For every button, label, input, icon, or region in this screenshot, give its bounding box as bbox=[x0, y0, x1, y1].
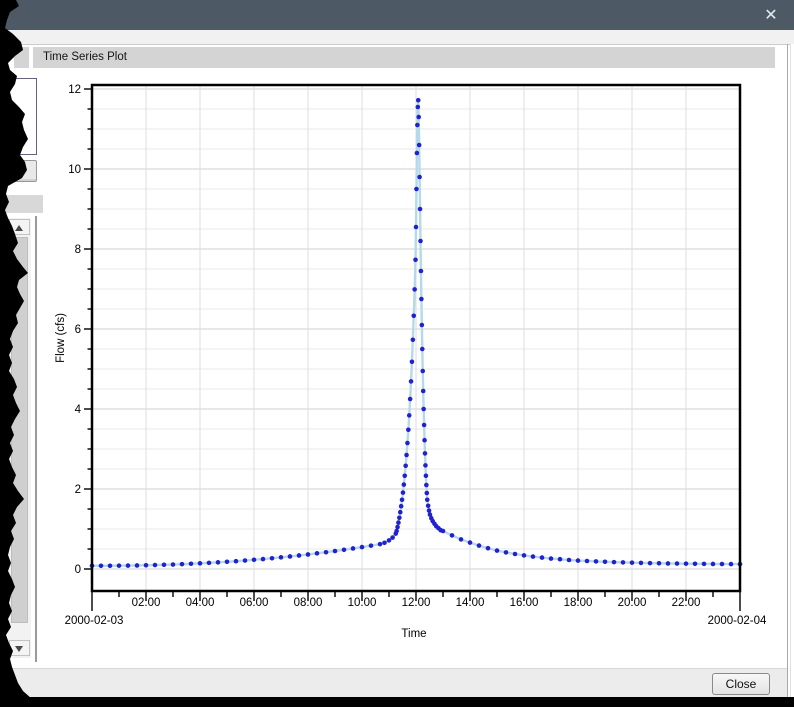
y-tick-label: 6 bbox=[75, 324, 81, 336]
plot-frame bbox=[90, 83, 742, 593]
dialog-right-border bbox=[787, 44, 788, 698]
torn-toolbar-fragment bbox=[14, 47, 29, 68]
window-titlebar: ✕ bbox=[0, 0, 794, 30]
x-tick-label: 22:00 bbox=[672, 597, 701, 609]
x-tick-label: 20:00 bbox=[618, 597, 647, 609]
x-date-start-label: 2000-02-03 bbox=[65, 615, 124, 627]
series-points bbox=[89, 97, 743, 569]
dialog-footer bbox=[0, 668, 787, 697]
dialog-top-border bbox=[0, 44, 791, 45]
torn-button-fragment[interactable] bbox=[5, 160, 37, 182]
gridlines bbox=[92, 85, 740, 591]
arrow-up-icon bbox=[15, 225, 23, 231]
y-tick-label: 2 bbox=[75, 484, 81, 496]
close-button[interactable]: Close bbox=[712, 673, 770, 695]
y-tick-label: 10 bbox=[68, 164, 81, 176]
torn-left-edge bbox=[0, 0, 32, 707]
time-series-chart[interactable]: 0 2 4 6 8 10 12 02:00 04:00 06:00 08:00 10:00 12:00 1… bbox=[0, 0, 794, 707]
x-date-end-label: 2000-02-04 bbox=[708, 615, 767, 627]
x-axis-title: Time bbox=[401, 628, 426, 640]
y-axis-title: Flow (cfs) bbox=[55, 313, 67, 363]
y-tick-label: 4 bbox=[75, 404, 82, 416]
arrow-down-icon bbox=[15, 646, 23, 652]
y-tick-label: 8 bbox=[75, 244, 81, 256]
x-tick-label: 14:00 bbox=[456, 597, 485, 609]
x-tick-label: 12:00 bbox=[402, 597, 431, 609]
x-tick-label: 04:00 bbox=[186, 597, 215, 609]
x-tick-label: 02:00 bbox=[132, 597, 161, 609]
window-edge-strip bbox=[0, 30, 794, 44]
series-line bbox=[92, 98, 741, 567]
scrollbar-up-button[interactable] bbox=[9, 219, 30, 235]
x-tick-label: 18:00 bbox=[564, 597, 593, 609]
y-axis-ticks: 0 2 4 6 8 10 12 bbox=[68, 84, 92, 576]
dialog-right-border-highlight bbox=[790, 44, 791, 698]
axis-labels: 2000-02-03 2000-02-04 Time Flow (cfs) bbox=[55, 313, 767, 640]
x-tick-label: 08:00 bbox=[294, 597, 323, 609]
torn-listbox-fragment[interactable] bbox=[7, 78, 37, 155]
side-panel-border bbox=[35, 216, 37, 662]
y-tick-label: 0 bbox=[75, 564, 81, 576]
scrollbar-down-button[interactable] bbox=[9, 640, 30, 656]
scrollbar-thumb[interactable] bbox=[11, 237, 28, 623]
window-close-icon[interactable]: ✕ bbox=[760, 5, 782, 25]
torn-bottom-edge bbox=[0, 697, 794, 707]
y-tick-label: 12 bbox=[68, 84, 81, 96]
torn-graybar-fragment bbox=[0, 195, 43, 213]
x-tick-label: 10:00 bbox=[348, 597, 377, 609]
plot-panel-header: Time Series Plot bbox=[33, 47, 775, 68]
x-axis-ticks: 02:00 04:00 06:00 08:00 10:00 12:00 14:00 16:00… bbox=[91, 591, 741, 611]
x-tick-label: 16:00 bbox=[510, 597, 539, 609]
x-tick-label: 06:00 bbox=[240, 597, 269, 609]
